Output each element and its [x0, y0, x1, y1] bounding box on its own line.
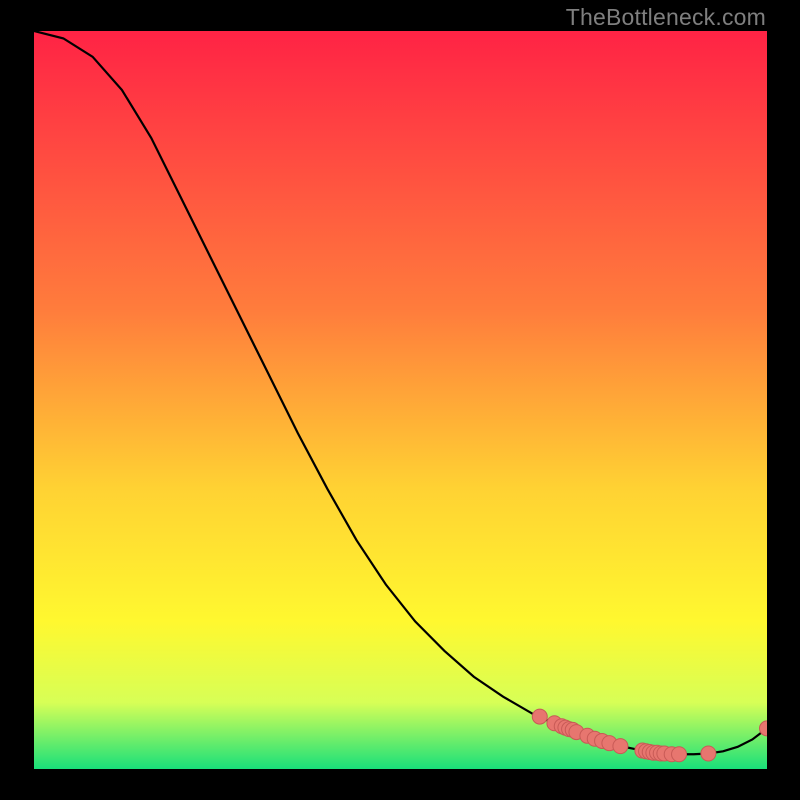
- chart-overlay: [34, 31, 767, 769]
- data-point-marker: [672, 747, 687, 762]
- watermark-text: TheBottleneck.com: [566, 4, 766, 31]
- markers-group: [532, 709, 767, 762]
- curve-line: [34, 31, 767, 754]
- chart-stage: TheBottleneck.com: [0, 0, 800, 800]
- data-point-marker: [532, 709, 547, 724]
- data-point-marker: [613, 739, 628, 754]
- data-point-marker: [701, 746, 716, 761]
- plot-area: [34, 31, 767, 769]
